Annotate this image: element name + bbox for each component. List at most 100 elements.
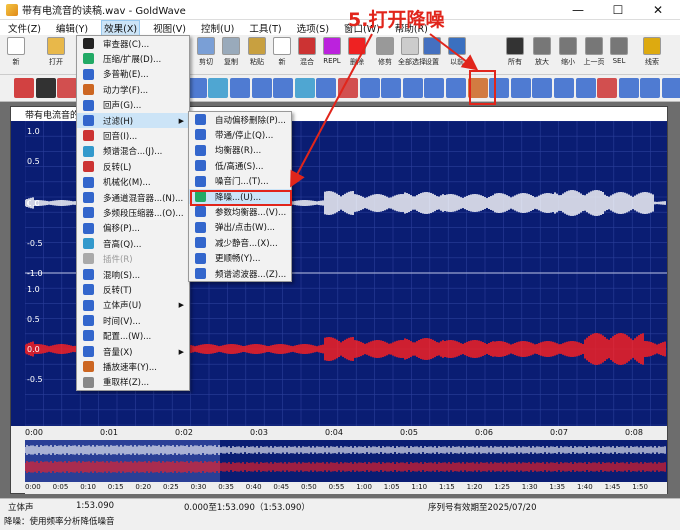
effect-tool-icon-24[interactable] <box>532 78 553 98</box>
menu-3[interactable]: 视图(V) <box>151 21 188 35</box>
toolbar-icon-1 <box>47 37 65 55</box>
effects-item-21[interactable]: 播放速率(Y)... <box>77 359 189 374</box>
effect-tool-icon-28[interactable] <box>618 78 639 98</box>
filter-item-8[interactable]: 减少静音...(X)... <box>189 235 291 250</box>
toolbar-button-8[interactable]: REPL <box>320 37 344 65</box>
toolbar-button-13[interactable]: 以前 <box>445 37 469 67</box>
effects-item-0[interactable]: 审查器(C)... <box>77 36 189 51</box>
effect-tool-icon-1[interactable] <box>35 78 56 98</box>
effect-tool-icon-19[interactable] <box>424 78 445 98</box>
effects-item-17[interactable]: 立体声(U) ▶ <box>77 298 189 313</box>
toolbar-button-12[interactable]: 设置 <box>420 37 444 67</box>
overview-time-label: 0:05 <box>52 483 69 491</box>
effects-item-label: 反转(L) <box>103 162 132 173</box>
filter-item-6[interactable]: 参数均衡器...(V)... <box>189 204 291 219</box>
effects-item-8[interactable]: 反转(L) <box>77 159 189 174</box>
effect-tool-icon-25[interactable] <box>554 78 574 98</box>
effects-item-11[interactable]: 多频段压缩器...(O)... <box>77 205 189 220</box>
toolbar-button-9[interactable]: 删除 <box>345 37 369 67</box>
effect-tool-icon-17[interactable] <box>381 78 402 98</box>
toolbar-button-0[interactable]: 新 <box>4 37 28 67</box>
filter-item-2[interactable]: 均衡器(R)... <box>189 143 291 158</box>
status-channel: 立体声 <box>8 503 34 513</box>
effects-menu: 审查器(C)... 压缩/扩展(D)... 多普勒(E)... 动力学(F)... 回声… <box>76 35 190 391</box>
time-tick-label: 0:01 <box>100 428 118 437</box>
effects-item-1[interactable]: 压缩/扩展(D)... <box>77 51 189 66</box>
effect-tool-icon-29[interactable] <box>640 78 661 98</box>
toolbar-button-1[interactable]: 打开 <box>44 37 68 67</box>
menu-4[interactable]: 控制(U) <box>199 21 236 35</box>
toolbar-button-5[interactable]: 粘贴 <box>245 37 269 67</box>
channel-controls[interactable] <box>11 121 25 426</box>
menu-1[interactable]: 编辑(Y) <box>54 21 90 35</box>
effects-item-15[interactable]: 混响(S)... <box>77 267 189 282</box>
toolbar-icon-17 <box>585 37 603 55</box>
effect-tool-icon-10[interactable] <box>230 78 250 98</box>
minimize-button[interactable]: — <box>558 0 598 20</box>
toolbar-button-3[interactable]: 剪切 <box>194 37 218 67</box>
effects-item-12[interactable]: 偏移(P)... <box>77 221 189 236</box>
effects-item-5[interactable]: 过滤(H) ▶ <box>77 112 189 129</box>
effects-item-4[interactable]: 回声(G)... <box>77 98 189 113</box>
effect-tool-icon-20[interactable] <box>446 78 466 98</box>
time-ruler[interactable]: 0:00 0:01 0:02 0:03 0:04 0:05 0:06 0:07 0:08 <box>25 426 667 440</box>
menu-5[interactable]: 工具(T) <box>247 21 283 35</box>
effect-tool-icon-11[interactable] <box>251 78 272 98</box>
effect-tool-icon-2[interactable] <box>57 78 78 98</box>
toolbar-button-11[interactable]: 全部选择 <box>398 37 426 67</box>
effects-item-14[interactable]: 插件(R) <box>77 251 189 266</box>
effect-tool-icon-13[interactable] <box>294 78 315 98</box>
effect-tool-icon-15[interactable] <box>338 78 358 98</box>
effects-item-10[interactable]: 多通道混音器...(N)... <box>77 190 189 205</box>
effects-item-7[interactable]: 频谱混合...(J)... <box>77 144 189 159</box>
effects-item-3[interactable]: 动力学(F)... <box>77 82 189 97</box>
effect-tool-icon-16[interactable] <box>359 78 380 98</box>
maximize-button[interactable]: ☐ <box>598 0 638 20</box>
filter-item-10[interactable]: 频谱滤波器...(Z)... <box>189 266 291 281</box>
toolbar-button-10[interactable]: 修剪 <box>373 37 397 67</box>
effect-tool-icon-12[interactable] <box>273 78 294 98</box>
effects-item-2[interactable]: 多普勒(E)... <box>77 67 189 82</box>
toolbar-button-18[interactable]: SEL <box>607 37 631 65</box>
toolbar-button-19[interactable]: 线索 <box>640 37 664 67</box>
toolbar-button-6[interactable]: 新 <box>270 37 294 67</box>
menu-2[interactable]: 效果(X) <box>101 19 141 36</box>
effect-tool-icon-23[interactable] <box>510 78 531 98</box>
toolbar-button-4[interactable]: 复制 <box>219 37 243 67</box>
filter-item-1[interactable]: 带通/停止(Q)... <box>189 127 291 142</box>
effects-item-18[interactable]: 时间(V)... <box>77 313 189 328</box>
effects-item-icon <box>83 315 94 327</box>
effects-item-22[interactable]: 重取样(Z)... <box>77 375 189 390</box>
effect-tool-icon-26[interactable] <box>575 78 596 98</box>
effect-tool-icon-9[interactable] <box>208 78 229 98</box>
filter-item-label: 频谱滤波器...(Z)... <box>215 269 287 280</box>
toolbar-button-14[interactable]: 所有 <box>503 37 527 67</box>
effects-item-13[interactable]: 音高(Q)... <box>77 236 189 251</box>
effect-tool-icon-0[interactable] <box>14 78 34 98</box>
toolbar-icon-0 <box>7 37 25 55</box>
filter-item-3[interactable]: 低/高通(S)... <box>189 158 291 173</box>
filter-item-9[interactable]: 更顺畅(Y)... <box>189 251 291 266</box>
toolbar-button-17[interactable]: 上一页 <box>582 37 606 67</box>
toolbar-button-7[interactable]: 混合 <box>295 37 319 67</box>
menu-6[interactable]: 选项(S) <box>295 21 331 35</box>
filter-item-4[interactable]: 噪音门...(T)... <box>189 174 291 189</box>
effect-tool-icon-14[interactable] <box>316 78 337 98</box>
effects-item-6[interactable]: 回音(I)... <box>77 128 189 143</box>
toolbar-button-15[interactable]: 放大 <box>530 37 554 67</box>
filter-item-0[interactable]: 自动偏移删除(P)... <box>189 112 291 127</box>
effect-tool-icon-27[interactable] <box>597 78 618 98</box>
effect-tool-icon-18[interactable] <box>402 78 423 98</box>
effect-tool-icon-30[interactable] <box>662 78 680 98</box>
effects-item-16[interactable]: 反转(T) <box>77 282 189 297</box>
effects-item-20[interactable]: 音量(X) ▶ <box>77 344 189 359</box>
filter-item-7[interactable]: 弹出/点击(W)... <box>189 220 291 235</box>
effects-item-19[interactable]: 配置...(W)... <box>77 328 189 343</box>
overview-waveform[interactable] <box>25 440 667 482</box>
filter-item-label: 噪音门...(T)... <box>215 177 269 188</box>
toolbar-button-16[interactable]: 缩小 <box>556 37 580 67</box>
effects-item-9[interactable]: 机械化(M)... <box>77 175 189 190</box>
close-button[interactable]: ✕ <box>638 0 678 20</box>
toolbar-label-3: 剪切 <box>199 58 213 66</box>
menu-0[interactable]: 文件(Z) <box>6 21 43 35</box>
